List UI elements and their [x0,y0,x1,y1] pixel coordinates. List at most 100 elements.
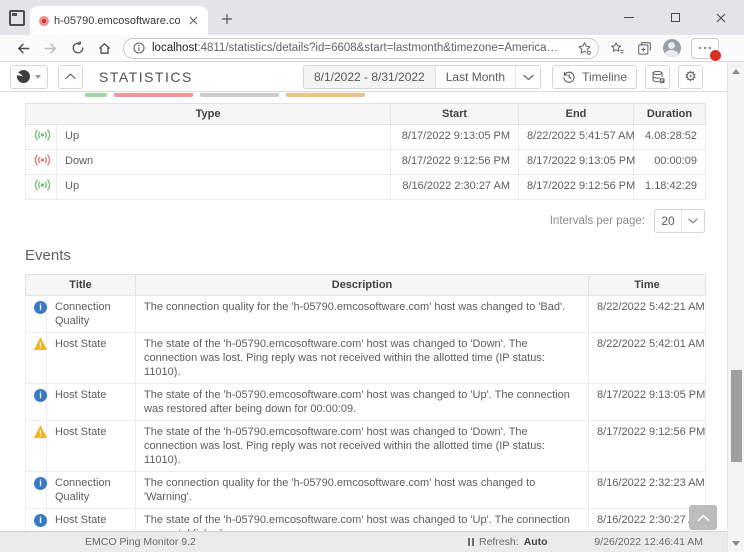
pie-chart-icon [17,70,30,83]
interval-duration: 00:00:09 [633,149,707,175]
scrollbar-up-arrow[interactable] [728,64,744,78]
more-menu-button[interactable] [691,37,722,62]
col-time: Time [588,274,707,296]
period-select-value: Last Month [445,70,506,84]
settings-button[interactable]: ⚙ [678,65,703,89]
back-button[interactable] [10,36,37,60]
signal-icon [34,129,51,145]
interval-start: 8/16/2022 2:30:27 AM [390,174,520,200]
event-description: The state of the 'h-05790.emcosoftware.c… [135,383,590,421]
refresh-control[interactable]: Refresh: Auto [468,536,548,548]
gear-icon: ⚙ [684,69,697,85]
pause-icon[interactable] [468,538,474,546]
event-row[interactable]: Connection Quality The connection qualit… [25,471,707,509]
info-icon [34,301,47,314]
browser-tab[interactable]: h-05790.emcosoftware.com - Sta [30,6,208,35]
col-start: Start [390,103,520,125]
interval-duration: 1.18:42:29 [633,174,707,200]
collapse-button[interactable] [58,64,83,89]
refresh-value: Auto [523,536,548,548]
col-description: Description [135,274,590,296]
event-row[interactable]: Connection Quality The connection qualit… [25,295,707,333]
timeline-button[interactable]: Timeline [552,65,637,89]
event-row[interactable]: Host State The state of the 'h-05790.emc… [25,383,707,421]
event-description: The state of the 'h-05790.emcosoftware.c… [135,332,590,384]
interval-end: 8/22/2022 5:41:57 AM [518,124,635,150]
summary-strip-warning [286,93,365,97]
event-title: Connection Quality [45,471,137,509]
warning-icon [34,337,47,350]
close-button[interactable] [698,0,744,35]
event-row[interactable]: Host State The state of the 'h-05790.emc… [25,508,707,531]
col-duration: Duration [633,103,707,125]
timeline-label: Timeline [582,70,627,84]
app-name: EMCO Ping Monitor 9.2 [85,536,196,548]
event-time: 8/16/2022 2:32:23 AM [588,471,707,509]
tab-close-icon[interactable] [185,13,201,29]
info-icon [34,389,47,402]
interval-start: 8/17/2022 9:12:56 PM [390,149,520,175]
period-select[interactable]: Last Month [434,66,516,88]
event-title: Host State [45,332,137,384]
app-window-icon [9,10,25,26]
scroll-to-top-button[interactable] [689,505,717,530]
event-title: Host State [45,383,137,421]
titlebar: h-05790.emcosoftware.com - Sta [0,0,744,35]
intervals-table: Type Start End Duration Up 8/17/2022 9:1… [24,103,707,200]
caret-down-icon [35,74,41,79]
favorites-icon[interactable] [604,36,631,60]
col-type: Type [24,103,392,125]
interval-type: Up [55,174,392,200]
date-range-control: 8/1/2022 - 8/31/2022 Last Month [302,65,542,89]
intervals-header-row: Type Start End Duration [24,103,707,125]
date-range-value[interactable]: 8/1/2022 - 8/31/2022 [303,66,435,88]
forward-button[interactable] [37,36,64,60]
event-time: 8/16/2022 2:30:27 AM [588,508,707,531]
summary-strip-up [85,93,107,97]
chart-view-button[interactable] [10,64,48,89]
site-info-icon[interactable] [133,42,145,54]
signal-icon [34,179,51,195]
event-row[interactable]: Host State The state of the 'h-05790.emc… [25,332,707,384]
browser-navbar: localhost:4811/statistics/details?id=660… [0,35,744,62]
add-favorites-icon[interactable] [577,41,592,56]
profile-avatar[interactable] [658,36,685,60]
url-path: :4811/statistics/details?id=6608&start=l… [197,42,559,54]
export-report-button[interactable] [645,65,670,89]
window-controls [606,0,744,35]
info-icon [34,477,47,490]
new-tab-button[interactable] [219,11,235,27]
scrollbar-down-arrow[interactable] [728,536,744,550]
collections-icon[interactable] [631,36,658,60]
per-page-value: 20 [661,214,675,228]
maximize-button[interactable] [652,0,698,35]
event-time: 8/22/2022 5:42:21 AM [588,295,707,333]
event-row[interactable]: Host State The state of the 'h-05790.emc… [25,420,707,472]
event-description: The connection quality for the 'h-05790.… [135,471,590,509]
home-button[interactable] [91,36,118,60]
col-title: Title [24,274,137,296]
event-time: 8/22/2022 5:42:01 AM [588,332,707,384]
vertical-scrollbar[interactable] [727,62,744,552]
event-description: The state of the 'h-05790.emcosoftware.c… [135,508,590,531]
interval-row[interactable]: Up 8/17/2022 9:13:05 PM 8/22/2022 5:41:5… [25,124,707,150]
interval-end: 8/17/2022 9:12:56 PM [518,174,635,200]
intervals-per-page-select[interactable]: 20 [654,209,705,233]
interval-row[interactable]: Up 8/16/2022 2:30:27 AM 8/17/2022 9:12:5… [25,174,707,200]
warning-icon [34,425,47,438]
statistics-toolbar: STATISTICS 8/1/2022 - 8/31/2022 Last Mon… [0,62,727,92]
address-bar[interactable]: localhost:4811/statistics/details?id=660… [123,37,599,59]
scrollbar-thumb[interactable] [730,370,742,462]
refresh-button[interactable] [64,36,91,60]
minimize-button[interactable] [606,0,652,35]
chevron-down-icon[interactable] [515,66,541,88]
event-title: Host State [45,508,137,531]
page-title: STATISTICS [99,68,193,85]
site-favicon-icon [39,15,49,26]
status-bar: EMCO Ping Monitor 9.2 Refresh: Auto 9/26… [0,531,727,552]
event-description: The state of the 'h-05790.emcosoftware.c… [135,420,590,472]
interval-row[interactable]: Down 8/17/2022 9:12:56 PM 8/17/2022 9:13… [25,149,707,175]
interval-duration: 4.08:28:52 [633,124,707,150]
signal-icon [34,154,51,170]
intervals-per-page-label: Intervals per page: [549,215,645,227]
